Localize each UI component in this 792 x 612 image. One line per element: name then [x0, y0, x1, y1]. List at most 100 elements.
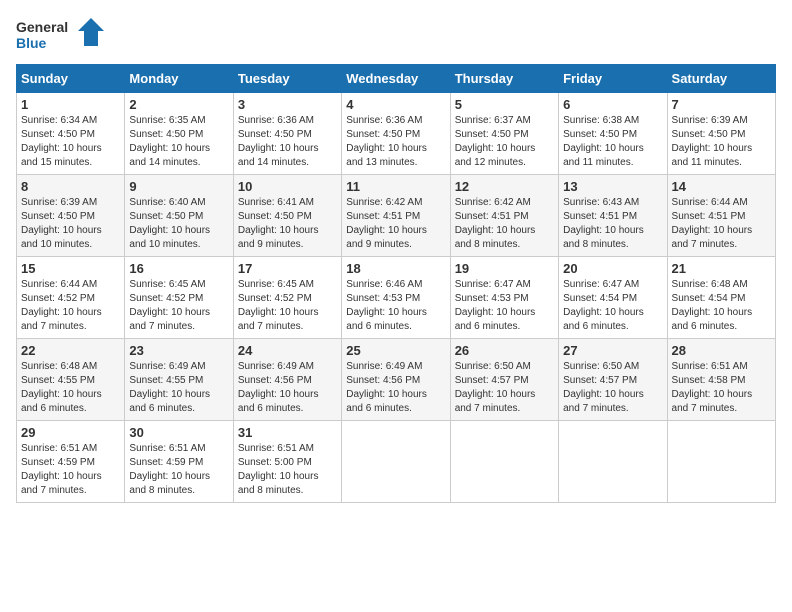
day-number: 7 — [672, 97, 771, 112]
day-number: 1 — [21, 97, 120, 112]
calendar-cell: 8 Sunrise: 6:39 AM Sunset: 4:50 PM Dayli… — [17, 175, 125, 257]
column-header-saturday: Saturday — [667, 65, 775, 93]
calendar-cell: 17 Sunrise: 6:45 AM Sunset: 4:52 PM Dayl… — [233, 257, 341, 339]
calendar-cell: 22 Sunrise: 6:48 AM Sunset: 4:55 PM Dayl… — [17, 339, 125, 421]
calendar-cell — [342, 421, 450, 503]
calendar-cell: 1 Sunrise: 6:34 AM Sunset: 4:50 PM Dayli… — [17, 93, 125, 175]
calendar-cell: 15 Sunrise: 6:44 AM Sunset: 4:52 PM Dayl… — [17, 257, 125, 339]
calendar-cell: 21 Sunrise: 6:48 AM Sunset: 4:54 PM Dayl… — [667, 257, 775, 339]
cell-content: Sunrise: 6:36 AM Sunset: 4:50 PM Dayligh… — [238, 114, 337, 170]
day-number: 21 — [672, 261, 771, 276]
week-row-3: 15 Sunrise: 6:44 AM Sunset: 4:52 PM Dayl… — [17, 257, 776, 339]
day-number: 4 — [346, 97, 445, 112]
calendar-cell: 25 Sunrise: 6:49 AM Sunset: 4:56 PM Dayl… — [342, 339, 450, 421]
calendar-cell: 13 Sunrise: 6:43 AM Sunset: 4:51 PM Dayl… — [559, 175, 667, 257]
cell-content: Sunrise: 6:51 AM Sunset: 4:58 PM Dayligh… — [672, 360, 771, 416]
calendar-cell: 26 Sunrise: 6:50 AM Sunset: 4:57 PM Dayl… — [450, 339, 558, 421]
calendar-cell: 2 Sunrise: 6:35 AM Sunset: 4:50 PM Dayli… — [125, 93, 233, 175]
day-number: 27 — [563, 343, 662, 358]
calendar-cell: 31 Sunrise: 6:51 AM Sunset: 5:00 PM Dayl… — [233, 421, 341, 503]
cell-content: Sunrise: 6:49 AM Sunset: 4:56 PM Dayligh… — [238, 360, 337, 416]
cell-content: Sunrise: 6:45 AM Sunset: 4:52 PM Dayligh… — [238, 278, 337, 334]
day-number: 12 — [455, 179, 554, 194]
day-number: 29 — [21, 425, 120, 440]
calendar-cell: 16 Sunrise: 6:45 AM Sunset: 4:52 PM Dayl… — [125, 257, 233, 339]
cell-content: Sunrise: 6:36 AM Sunset: 4:50 PM Dayligh… — [346, 114, 445, 170]
calendar-cell: 6 Sunrise: 6:38 AM Sunset: 4:50 PM Dayli… — [559, 93, 667, 175]
svg-text:General: General — [16, 19, 68, 35]
day-number: 11 — [346, 179, 445, 194]
column-header-monday: Monday — [125, 65, 233, 93]
cell-content: Sunrise: 6:49 AM Sunset: 4:55 PM Dayligh… — [129, 360, 228, 416]
calendar-cell — [450, 421, 558, 503]
calendar-cell: 19 Sunrise: 6:47 AM Sunset: 4:53 PM Dayl… — [450, 257, 558, 339]
calendar-cell: 14 Sunrise: 6:44 AM Sunset: 4:51 PM Dayl… — [667, 175, 775, 257]
day-number: 24 — [238, 343, 337, 358]
cell-content: Sunrise: 6:46 AM Sunset: 4:53 PM Dayligh… — [346, 278, 445, 334]
logo: General Blue — [16, 16, 106, 54]
calendar-cell: 27 Sunrise: 6:50 AM Sunset: 4:57 PM Dayl… — [559, 339, 667, 421]
cell-content: Sunrise: 6:48 AM Sunset: 4:54 PM Dayligh… — [672, 278, 771, 334]
cell-content: Sunrise: 6:39 AM Sunset: 4:50 PM Dayligh… — [672, 114, 771, 170]
cell-content: Sunrise: 6:34 AM Sunset: 4:50 PM Dayligh… — [21, 114, 120, 170]
calendar-cell: 30 Sunrise: 6:51 AM Sunset: 4:59 PM Dayl… — [125, 421, 233, 503]
column-header-wednesday: Wednesday — [342, 65, 450, 93]
day-number: 22 — [21, 343, 120, 358]
cell-content: Sunrise: 6:39 AM Sunset: 4:50 PM Dayligh… — [21, 196, 120, 252]
calendar-cell: 9 Sunrise: 6:40 AM Sunset: 4:50 PM Dayli… — [125, 175, 233, 257]
calendar-cell: 29 Sunrise: 6:51 AM Sunset: 4:59 PM Dayl… — [17, 421, 125, 503]
cell-content: Sunrise: 6:49 AM Sunset: 4:56 PM Dayligh… — [346, 360, 445, 416]
day-number: 18 — [346, 261, 445, 276]
calendar-cell: 20 Sunrise: 6:47 AM Sunset: 4:54 PM Dayl… — [559, 257, 667, 339]
header-row: SundayMondayTuesdayWednesdayThursdayFrid… — [17, 65, 776, 93]
day-number: 5 — [455, 97, 554, 112]
calendar-cell — [667, 421, 775, 503]
day-number: 28 — [672, 343, 771, 358]
cell-content: Sunrise: 6:37 AM Sunset: 4:50 PM Dayligh… — [455, 114, 554, 170]
cell-content: Sunrise: 6:42 AM Sunset: 4:51 PM Dayligh… — [346, 196, 445, 252]
day-number: 23 — [129, 343, 228, 358]
header: General Blue — [16, 16, 776, 54]
calendar-cell: 24 Sunrise: 6:49 AM Sunset: 4:56 PM Dayl… — [233, 339, 341, 421]
day-number: 13 — [563, 179, 662, 194]
column-header-sunday: Sunday — [17, 65, 125, 93]
cell-content: Sunrise: 6:45 AM Sunset: 4:52 PM Dayligh… — [129, 278, 228, 334]
day-number: 30 — [129, 425, 228, 440]
calendar-cell: 12 Sunrise: 6:42 AM Sunset: 4:51 PM Dayl… — [450, 175, 558, 257]
calendar-cell — [559, 421, 667, 503]
cell-content: Sunrise: 6:41 AM Sunset: 4:50 PM Dayligh… — [238, 196, 337, 252]
day-number: 14 — [672, 179, 771, 194]
day-number: 19 — [455, 261, 554, 276]
svg-text:Blue: Blue — [16, 35, 47, 51]
cell-content: Sunrise: 6:42 AM Sunset: 4:51 PM Dayligh… — [455, 196, 554, 252]
calendar-cell: 28 Sunrise: 6:51 AM Sunset: 4:58 PM Dayl… — [667, 339, 775, 421]
calendar-cell: 23 Sunrise: 6:49 AM Sunset: 4:55 PM Dayl… — [125, 339, 233, 421]
calendar-table: SundayMondayTuesdayWednesdayThursdayFrid… — [16, 64, 776, 503]
cell-content: Sunrise: 6:40 AM Sunset: 4:50 PM Dayligh… — [129, 196, 228, 252]
cell-content: Sunrise: 6:51 AM Sunset: 4:59 PM Dayligh… — [21, 442, 120, 498]
day-number: 8 — [21, 179, 120, 194]
week-row-4: 22 Sunrise: 6:48 AM Sunset: 4:55 PM Dayl… — [17, 339, 776, 421]
logo-svg: General Blue — [16, 16, 106, 54]
calendar-cell: 5 Sunrise: 6:37 AM Sunset: 4:50 PM Dayli… — [450, 93, 558, 175]
week-row-5: 29 Sunrise: 6:51 AM Sunset: 4:59 PM Dayl… — [17, 421, 776, 503]
calendar-cell: 3 Sunrise: 6:36 AM Sunset: 4:50 PM Dayli… — [233, 93, 341, 175]
day-number: 9 — [129, 179, 228, 194]
cell-content: Sunrise: 6:47 AM Sunset: 4:53 PM Dayligh… — [455, 278, 554, 334]
day-number: 2 — [129, 97, 228, 112]
day-number: 15 — [21, 261, 120, 276]
day-number: 6 — [563, 97, 662, 112]
cell-content: Sunrise: 6:47 AM Sunset: 4:54 PM Dayligh… — [563, 278, 662, 334]
calendar-cell: 10 Sunrise: 6:41 AM Sunset: 4:50 PM Dayl… — [233, 175, 341, 257]
cell-content: Sunrise: 6:50 AM Sunset: 4:57 PM Dayligh… — [455, 360, 554, 416]
cell-content: Sunrise: 6:43 AM Sunset: 4:51 PM Dayligh… — [563, 196, 662, 252]
column-header-tuesday: Tuesday — [233, 65, 341, 93]
day-number: 17 — [238, 261, 337, 276]
day-number: 20 — [563, 261, 662, 276]
cell-content: Sunrise: 6:44 AM Sunset: 4:52 PM Dayligh… — [21, 278, 120, 334]
cell-content: Sunrise: 6:51 AM Sunset: 5:00 PM Dayligh… — [238, 442, 337, 498]
week-row-1: 1 Sunrise: 6:34 AM Sunset: 4:50 PM Dayli… — [17, 93, 776, 175]
cell-content: Sunrise: 6:44 AM Sunset: 4:51 PM Dayligh… — [672, 196, 771, 252]
cell-content: Sunrise: 6:51 AM Sunset: 4:59 PM Dayligh… — [129, 442, 228, 498]
cell-content: Sunrise: 6:38 AM Sunset: 4:50 PM Dayligh… — [563, 114, 662, 170]
